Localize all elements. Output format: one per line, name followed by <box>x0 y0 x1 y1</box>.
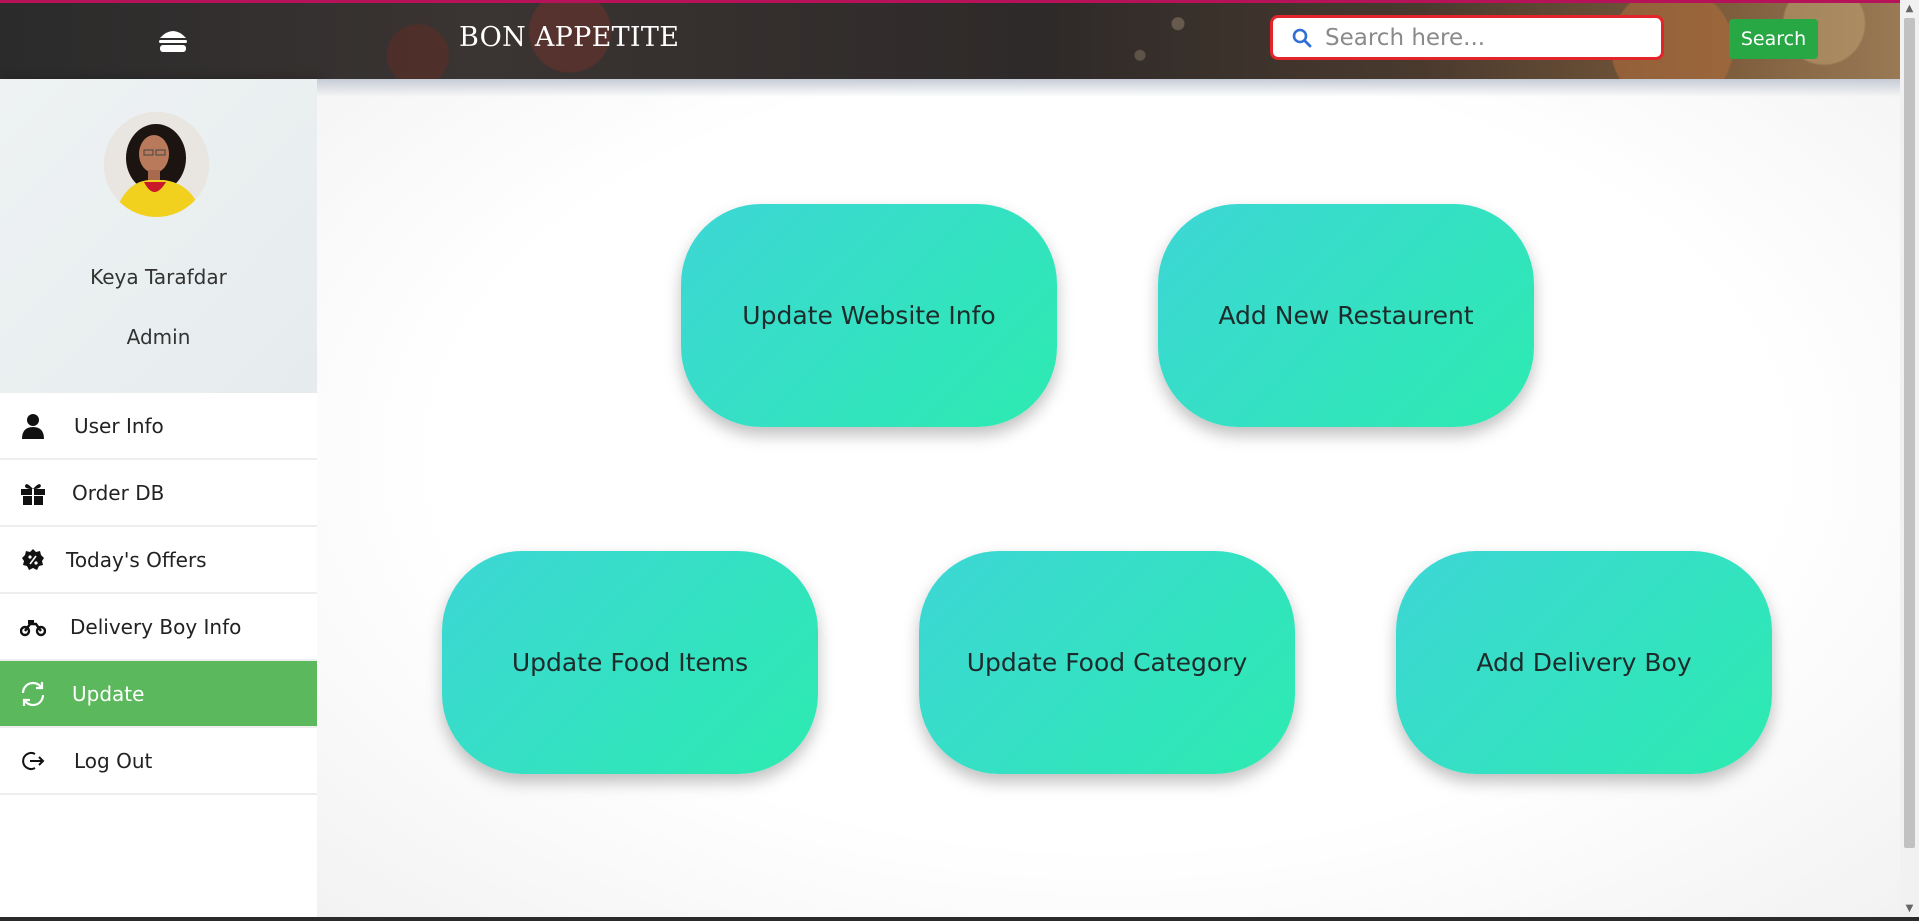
user-icon <box>18 411 48 441</box>
burger-icon[interactable] <box>158 28 188 54</box>
scrollbar-thumb[interactable] <box>1904 18 1915 848</box>
badge-percent-icon <box>18 545 48 575</box>
gift-icon <box>18 478 48 508</box>
update-food-items-button[interactable]: Update Food Items <box>442 551 818 774</box>
sidebar-item-order-db[interactable]: Order DB <box>0 460 317 527</box>
sidebar-menu: User Info Order DB Today's Offers Delive… <box>0 393 317 795</box>
sidebar-item-label: Order DB <box>72 480 165 505</box>
logout-icon <box>18 746 48 776</box>
search-field[interactable] <box>1270 15 1664 60</box>
sidebar-item-label: Log Out <box>74 748 153 773</box>
scroll-down-arrow-icon[interactable]: ▼ <box>1900 900 1919 917</box>
update-website-info-button[interactable]: Update Website Info <box>681 204 1057 427</box>
sidebar-item-todays-offers[interactable]: Today's Offers <box>0 527 317 594</box>
sidebar-item-update[interactable]: Update <box>0 661 317 728</box>
profile-name: Keya Tarafdar <box>90 265 227 289</box>
search-input[interactable] <box>1323 23 1647 52</box>
sidebar-item-label: Delivery Boy Info <box>70 614 242 639</box>
vertical-scrollbar[interactable]: ▲ ▼ <box>1900 0 1919 917</box>
profile-role: Admin <box>126 325 191 349</box>
add-delivery-boy-button[interactable]: Add Delivery Boy <box>1396 551 1772 774</box>
header-accent-line <box>0 0 1900 3</box>
top-header: BON APPETITE Search <box>0 0 1900 79</box>
refresh-icon <box>18 679 48 709</box>
profile-card: Keya Tarafdar Admin <box>0 79 317 393</box>
sidebar-item-log-out[interactable]: Log Out <box>0 728 317 795</box>
sidebar: Keya Tarafdar Admin User Info Order DB T… <box>0 79 317 917</box>
main-content: Update Website Info Add New Restaurent U… <box>317 79 1900 917</box>
sidebar-item-label: User Info <box>74 413 164 438</box>
update-food-category-button[interactable]: Update Food Category <box>919 551 1295 774</box>
sidebar-item-user-info[interactable]: User Info <box>0 393 317 460</box>
search-icon <box>1292 28 1312 47</box>
sidebar-item-label: Today's Offers <box>66 547 207 572</box>
motorcycle-icon <box>18 612 48 642</box>
sidebar-item-label: Update <box>72 681 145 706</box>
scroll-up-arrow-icon[interactable]: ▲ <box>1900 0 1919 17</box>
avatar <box>104 112 209 217</box>
brand-title[interactable]: BON APPETITE <box>459 22 679 53</box>
window-bottom-edge <box>0 917 1919 921</box>
add-new-restaurant-button[interactable]: Add New Restaurent <box>1158 204 1534 427</box>
search-button[interactable]: Search <box>1729 19 1818 59</box>
sidebar-item-delivery-boy-info[interactable]: Delivery Boy Info <box>0 594 317 661</box>
